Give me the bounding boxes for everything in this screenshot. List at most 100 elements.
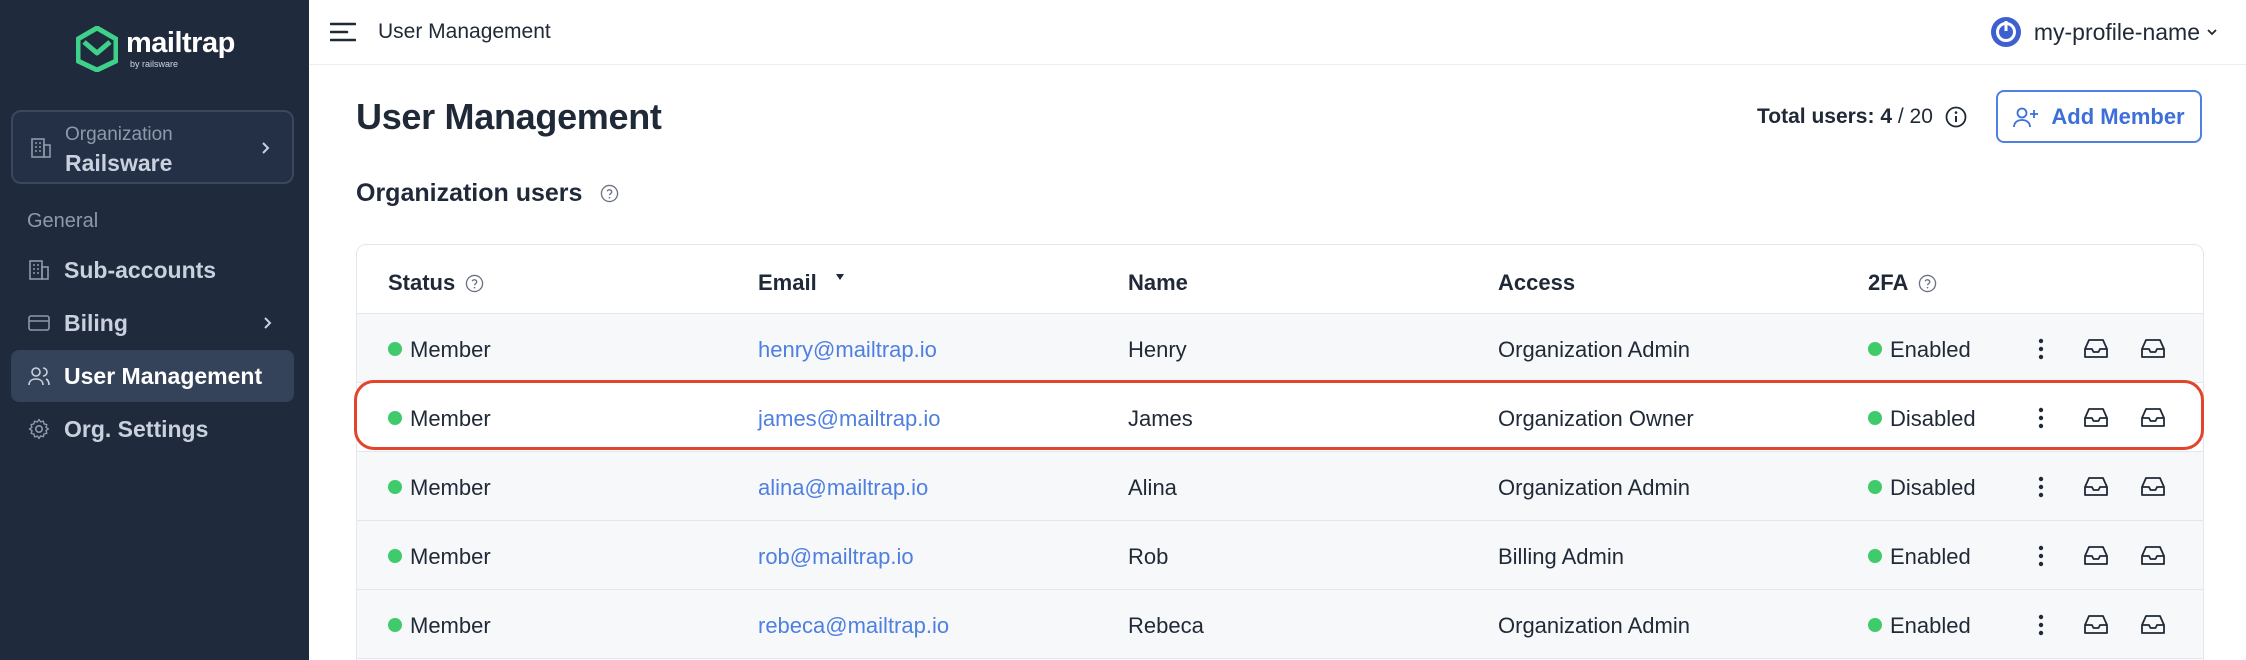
profile-menu[interactable]: my-profile-name (1990, 16, 2218, 48)
total-users: Total users: 4 / 20 (1757, 105, 1967, 129)
help-icon[interactable] (465, 274, 484, 293)
name-cell: James (1128, 406, 1193, 431)
add-member-button[interactable]: Add Member (1996, 90, 2202, 143)
column-header-label: Access (1498, 270, 1576, 295)
twofa-cell: Enabled (1868, 337, 1971, 363)
add-member-label: Add Member (2051, 103, 2185, 129)
more-options-icon[interactable] (2027, 612, 2055, 638)
name-cell: Rebeca (1128, 613, 1204, 638)
access-cell: Organization Admin (1498, 613, 1690, 638)
email-link[interactable]: rebeca@mailtrap.io (758, 613, 949, 639)
profile-avatar-icon (1990, 17, 2021, 47)
sidebar-item-label: Sub-accounts (64, 257, 217, 283)
sidebar-item-billing[interactable]: Biling (11, 297, 294, 349)
sort-desc-icon (835, 274, 844, 280)
column-header-label: Status (388, 270, 456, 295)
status-text: Member (410, 475, 491, 500)
status-text: Member (410, 406, 491, 431)
sidebar-item-sub-accounts[interactable]: Sub-accounts (11, 244, 294, 296)
more-options-icon[interactable] (2027, 543, 2055, 569)
more-options-icon[interactable] (2027, 336, 2055, 362)
twofa-text: Enabled (1890, 337, 1971, 362)
table-row[interactable]: Member rob@mailtrap.io Rob Billing Admin… (357, 521, 2203, 590)
menu-icon[interactable] (330, 21, 356, 43)
twofa-text: Disabled (1890, 475, 1976, 500)
sidebar: mailtrap by railsware Organization Rails… (0, 0, 309, 660)
add-user-icon (2013, 107, 2039, 127)
organization-name: Railsware (65, 150, 173, 176)
twofa-cell: Enabled (1868, 544, 1971, 570)
access-cell: Organization Admin (1498, 475, 1690, 500)
mailtrap-logo-icon (76, 26, 118, 72)
help-icon[interactable] (1918, 274, 1937, 293)
twofa-text: Enabled (1890, 544, 1971, 569)
topbar-title: User Management (378, 20, 551, 43)
organization-label: Organization (65, 124, 173, 145)
more-options-icon[interactable] (2027, 405, 2055, 431)
access-cell: Billing Admin (1498, 544, 1624, 569)
section-label-general: General (27, 210, 99, 232)
top-bar: User Management my-profile-name (309, 0, 2246, 65)
twofa-cell: Disabled (1868, 406, 1976, 432)
email-link[interactable]: rob@mailtrap.io (758, 544, 914, 570)
sidebar-item-label: User Management (64, 363, 263, 389)
total-users-count: 4 (1880, 105, 1892, 128)
mailtrap-logo[interactable]: mailtrap by railsware (76, 26, 235, 72)
status-dot (1868, 618, 1882, 632)
organization-switcher[interactable]: Organization Railsware (11, 110, 294, 184)
help-icon[interactable] (600, 184, 619, 203)
status-text: Member (410, 544, 491, 569)
inbox-icon[interactable] (2139, 612, 2167, 638)
column-header-2fa: 2FA (1868, 270, 1937, 296)
status-cell: Member (388, 406, 491, 432)
status-cell: Member (388, 544, 491, 570)
chevron-right-icon (264, 317, 272, 329)
inbox-icon[interactable] (2139, 405, 2167, 431)
inbox-icon[interactable] (2082, 543, 2110, 569)
inbox-icon[interactable] (2082, 336, 2110, 362)
sidebar-item-user-management[interactable]: User Management (11, 350, 294, 402)
column-header-label: 2FA (1868, 270, 1909, 295)
status-cell: Member (388, 613, 491, 639)
email-link[interactable]: henry@mailtrap.io (758, 337, 937, 363)
column-header-name: Name (1128, 270, 1188, 296)
inbox-icon[interactable] (2139, 543, 2167, 569)
status-dot (388, 549, 402, 563)
inbox-icon[interactable] (2082, 612, 2110, 638)
building-icon (29, 260, 49, 280)
logo-text: mailtrap (126, 27, 235, 59)
total-users-max: / 20 (1897, 105, 1933, 128)
status-cell: Member (388, 475, 491, 501)
status-dot (1868, 480, 1882, 494)
more-options-icon[interactable] (2027, 474, 2055, 500)
status-dot (1868, 549, 1882, 563)
building-icon (31, 138, 51, 158)
page-title: User Management (356, 96, 662, 137)
table-row[interactable]: Member james@mailtrap.io James Organizat… (357, 383, 2203, 452)
status-dot (388, 411, 402, 425)
name-cell: Henry (1128, 337, 1187, 362)
status-dot (388, 618, 402, 632)
profile-name: my-profile-name (2033, 18, 2200, 45)
gear-icon (28, 418, 50, 440)
status-text: Member (410, 337, 491, 362)
inbox-icon[interactable] (2082, 405, 2110, 431)
twofa-text: Disabled (1890, 406, 1976, 431)
inbox-icon[interactable] (2139, 336, 2167, 362)
table-row[interactable]: Member alina@mailtrap.io Alina Organizat… (357, 452, 2203, 521)
email-link[interactable]: james@mailtrap.io (758, 406, 941, 432)
twofa-cell: Enabled (1868, 613, 1971, 639)
status-text: Member (410, 613, 491, 638)
info-icon[interactable] (1945, 106, 1967, 128)
inbox-icon[interactable] (2082, 474, 2110, 500)
email-link[interactable]: alina@mailtrap.io (758, 475, 928, 501)
users-icon (28, 367, 50, 386)
table-row[interactable]: Member henry@mailtrap.io Henry Organizat… (357, 314, 2203, 383)
table-row[interactable]: Member rebeca@mailtrap.io Rebeca Organiz… (357, 590, 2203, 659)
sidebar-item-org-settings[interactable]: Org. Settings (11, 403, 294, 455)
column-header-label: Name (1128, 270, 1188, 295)
column-header-email[interactable]: Email (758, 270, 845, 296)
twofa-text: Enabled (1890, 613, 1971, 638)
name-cell: Alina (1128, 475, 1177, 500)
inbox-icon[interactable] (2139, 474, 2167, 500)
